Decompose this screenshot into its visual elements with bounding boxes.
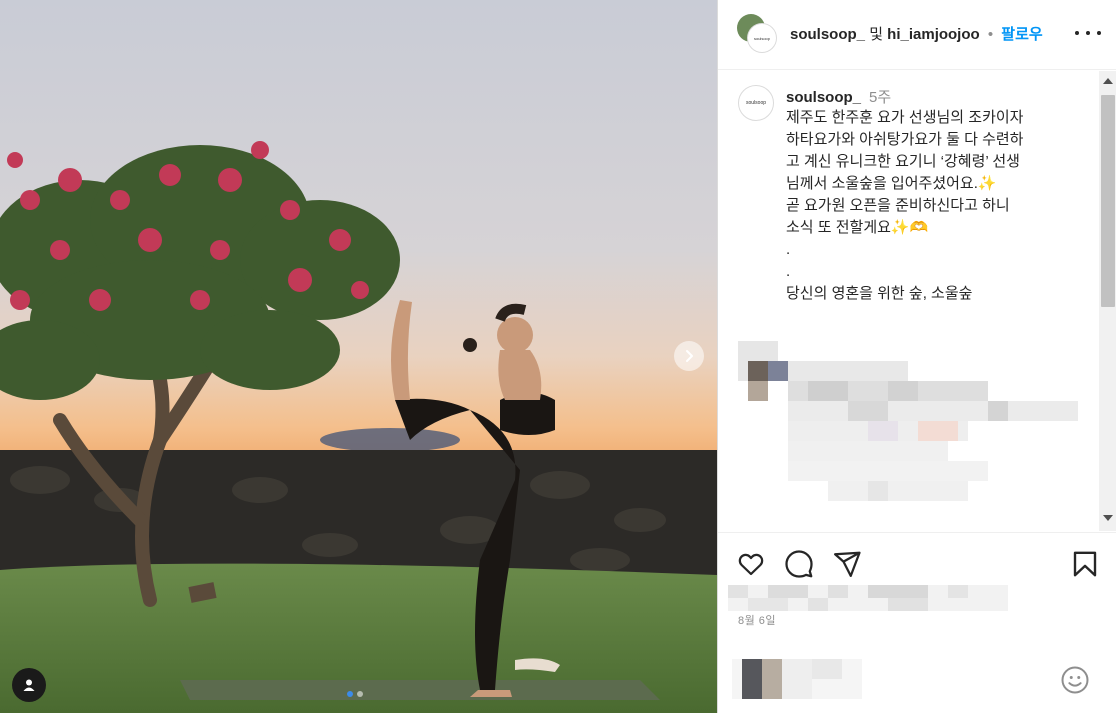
paper-plane-icon [834,551,861,577]
conjunction: 및 [869,26,883,43]
emoji-button[interactable] [1060,665,1090,695]
collab-usernames: soulsoop_ 및 hi_iamjoojoo • 팔로우 [790,23,1043,44]
post-side-panel: soulsoop soulsoop_ 및 hi_iamjoojoo • 팔로우 … [717,0,1116,713]
more-horizontal-icon [1097,31,1101,35]
carousel-indicator [347,691,363,697]
add-comment-bar [718,645,1116,713]
bookmark-icon [1073,551,1097,577]
username-link-1[interactable]: soulsoop_ [790,26,865,43]
comments-area[interactable]: soulsoop soulsoop_ 5주 제주도 한주훈 요가 선생님의 조카이… [718,71,1099,531]
separator-dot: • [987,26,994,43]
scroll-down-arrow[interactable] [1103,515,1113,521]
carousel-dot-active [347,691,353,697]
tagged-users-button[interactable] [12,668,46,702]
caption-avatar[interactable]: soulsoop [738,85,774,121]
heart-icon [738,553,764,576]
username-link-2[interactable]: hi_iamjoojoo [887,26,980,43]
post-header: soulsoop soulsoop_ 및 hi_iamjoojoo • 팔로우 [718,0,1116,70]
carousel-next-button[interactable] [674,341,704,371]
collab-avatar-2[interactable]: soulsoop [748,24,776,52]
more-options-button[interactable] [1075,25,1101,41]
more-horizontal-icon [1075,31,1079,35]
post-date[interactable]: 8월 6일 [738,612,776,628]
comment-icon [785,550,813,578]
pixelated-likes [728,585,1008,611]
comments-scrollbar[interactable] [1099,71,1116,531]
pixelated-comments [738,341,1078,501]
carousel-dot [357,691,363,697]
caption-text: 제주도 한주훈 요가 선생님의 조카이자 하타요가와 아쉬탕가요가 둘 다 수련… [786,109,1024,302]
like-button[interactable] [736,549,766,579]
post-media[interactable] [0,0,717,713]
avatar-text: soulsoop [745,100,766,106]
comment-button[interactable] [784,549,814,579]
more-horizontal-icon [1086,31,1090,35]
user-icon [23,679,35,691]
save-button[interactable] [1070,549,1100,579]
action-bar [718,532,1116,593]
scroll-thumb[interactable] [1101,95,1115,307]
chevron-right-icon [686,350,693,362]
scroll-up-arrow[interactable] [1103,78,1113,84]
share-button[interactable] [832,549,862,579]
avatar-text: soulsoop [753,35,770,41]
post-photo [0,0,717,713]
follow-button[interactable]: 팔로우 [1001,26,1042,43]
caption-username[interactable]: soulsoop_ [786,89,861,106]
caption-header: soulsoop_ 5주 [786,86,891,107]
emoji-icon [1061,666,1089,694]
caption-timestamp[interactable]: 5주 [869,89,891,106]
pixelated-comment-input[interactable] [732,659,862,699]
